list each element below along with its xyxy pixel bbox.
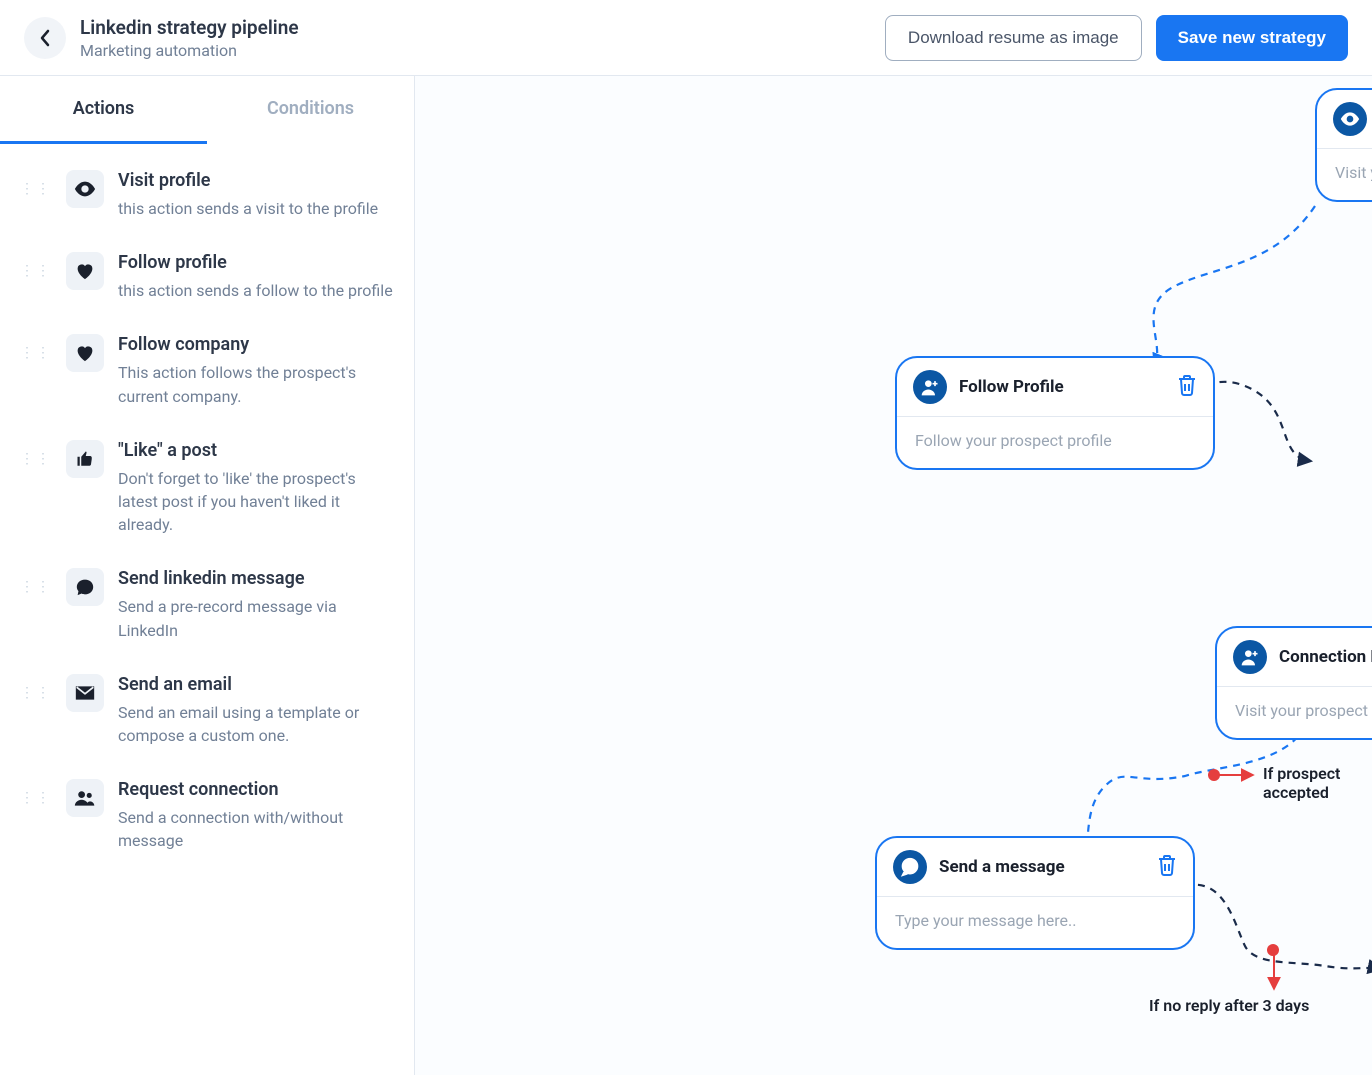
action-desc: this action sends a visit to the profile <box>118 197 394 220</box>
thumb-icon <box>66 440 104 478</box>
node-body: Visit your prospect profile <box>1217 687 1372 738</box>
sidebar-action-item[interactable]: Visit profile this action sends a visit … <box>0 154 414 236</box>
header-titles: Linkedin strategy pipeline Marketing aut… <box>80 16 299 60</box>
sidebar-action-item[interactable]: Request connection Send a connection wit… <box>0 763 414 868</box>
node-body: Visit your prospect profile <box>1317 149 1372 200</box>
action-text: "Like" a post Don't forget to 'like' the… <box>118 440 394 537</box>
users-icon <box>66 779 104 817</box>
drag-handle-icon[interactable] <box>20 580 52 594</box>
action-title: Follow company <box>118 334 394 355</box>
action-title: "Like" a post <box>118 440 394 461</box>
node-title: Follow Profile <box>959 377 1165 397</box>
action-desc: Send an email using a template or compos… <box>118 701 394 747</box>
node-body: Type your message here.. <box>877 897 1193 948</box>
node-new-visit[interactable]: New Visit Visit your prospect profile <box>1315 88 1372 202</box>
drag-handle-icon[interactable] <box>20 182 52 196</box>
action-text: Request connection Send a connection wit… <box>118 779 394 852</box>
tab-actions[interactable]: Actions <box>0 76 207 144</box>
action-title: Send an email <box>118 674 394 695</box>
action-desc: Don't forget to 'like' the prospect's la… <box>118 467 394 537</box>
condition-dot <box>1208 769 1220 781</box>
chat-icon <box>66 568 104 606</box>
node-follow-profile[interactable]: Follow Profile Follow your prospect prof… <box>895 356 1215 470</box>
action-text: Send linkedin message Send a pre-record … <box>118 568 394 641</box>
action-text: Follow profile this action sends a follo… <box>118 252 394 302</box>
node-body: Follow your prospect profile <box>897 417 1213 468</box>
sidebar-action-item[interactable]: Follow profile this action sends a follo… <box>0 236 414 318</box>
node-connection-request[interactable]: Connection Request Visit your prospect p… <box>1215 626 1372 740</box>
mail-icon <box>66 674 104 712</box>
action-text: Send an email Send an email using a temp… <box>118 674 394 747</box>
sidebar-action-item[interactable]: "Like" a post Don't forget to 'like' the… <box>0 424 414 553</box>
action-desc: Send a connection with/without message <box>118 806 394 852</box>
sidebar-tabs: Actions Conditions <box>0 76 414 144</box>
chevron-left-icon <box>39 29 51 47</box>
canvas[interactable]: If prospect accepted If prospect didn't … <box>415 76 1372 1075</box>
drag-handle-icon[interactable] <box>20 791 52 805</box>
tab-conditions[interactable]: Conditions <box>207 76 414 144</box>
action-title: Send linkedin message <box>118 568 394 589</box>
eye-icon <box>1333 102 1367 136</box>
sidebar-action-item[interactable]: Send linkedin message Send a pre-record … <box>0 552 414 657</box>
action-desc: this action sends a follow to the profil… <box>118 279 394 302</box>
trash-icon[interactable] <box>1177 374 1197 400</box>
actions-list[interactable]: Visit profile this action sends a visit … <box>0 144 414 1075</box>
drag-handle-icon[interactable] <box>20 452 52 466</box>
action-title: Visit profile <box>118 170 394 191</box>
download-button[interactable]: Download resume as image <box>885 15 1142 61</box>
heart-icon <box>66 252 104 290</box>
node-title: Send a message <box>939 857 1145 877</box>
header-actions: Download resume as image Save new strate… <box>885 15 1348 61</box>
sidebar: Actions Conditions Visit profile this ac… <box>0 76 415 1075</box>
trash-icon[interactable] <box>1157 854 1177 880</box>
condition-accepted-label: If prospect accepted <box>1263 764 1372 802</box>
header: Linkedin strategy pipeline Marketing aut… <box>0 0 1372 76</box>
back-button[interactable] <box>24 17 66 59</box>
drag-handle-icon[interactable] <box>20 686 52 700</box>
user-add-icon <box>1233 640 1267 674</box>
node-title: Connection Request <box>1279 647 1372 667</box>
action-desc: This action follows the prospect's curre… <box>118 361 394 407</box>
drag-handle-icon[interactable] <box>20 346 52 360</box>
page-title: Linkedin strategy pipeline <box>80 16 299 39</box>
action-title: Follow profile <box>118 252 394 273</box>
sidebar-action-item[interactable]: Send an email Send an email using a temp… <box>0 658 414 763</box>
chat-icon <box>893 850 927 884</box>
page-subtitle: Marketing automation <box>80 41 299 60</box>
action-text: Follow company This action follows the p… <box>118 334 394 407</box>
condition-noreply-label: If no reply after 3 days <box>1149 996 1309 1015</box>
condition-dot <box>1267 944 1279 956</box>
action-desc: Send a pre-record message via LinkedIn <box>118 595 394 641</box>
action-title: Request connection <box>118 779 394 800</box>
user-add-icon <box>913 370 947 404</box>
eye-icon <box>66 170 104 208</box>
action-text: Visit profile this action sends a visit … <box>118 170 394 220</box>
drag-handle-icon[interactable] <box>20 264 52 278</box>
heart-icon <box>66 334 104 372</box>
save-button[interactable]: Save new strategy <box>1156 15 1348 61</box>
sidebar-action-item[interactable]: Follow company This action follows the p… <box>0 318 414 423</box>
node-send-message[interactable]: Send a message Type your message here.. <box>875 836 1195 950</box>
header-left: Linkedin strategy pipeline Marketing aut… <box>24 16 299 60</box>
